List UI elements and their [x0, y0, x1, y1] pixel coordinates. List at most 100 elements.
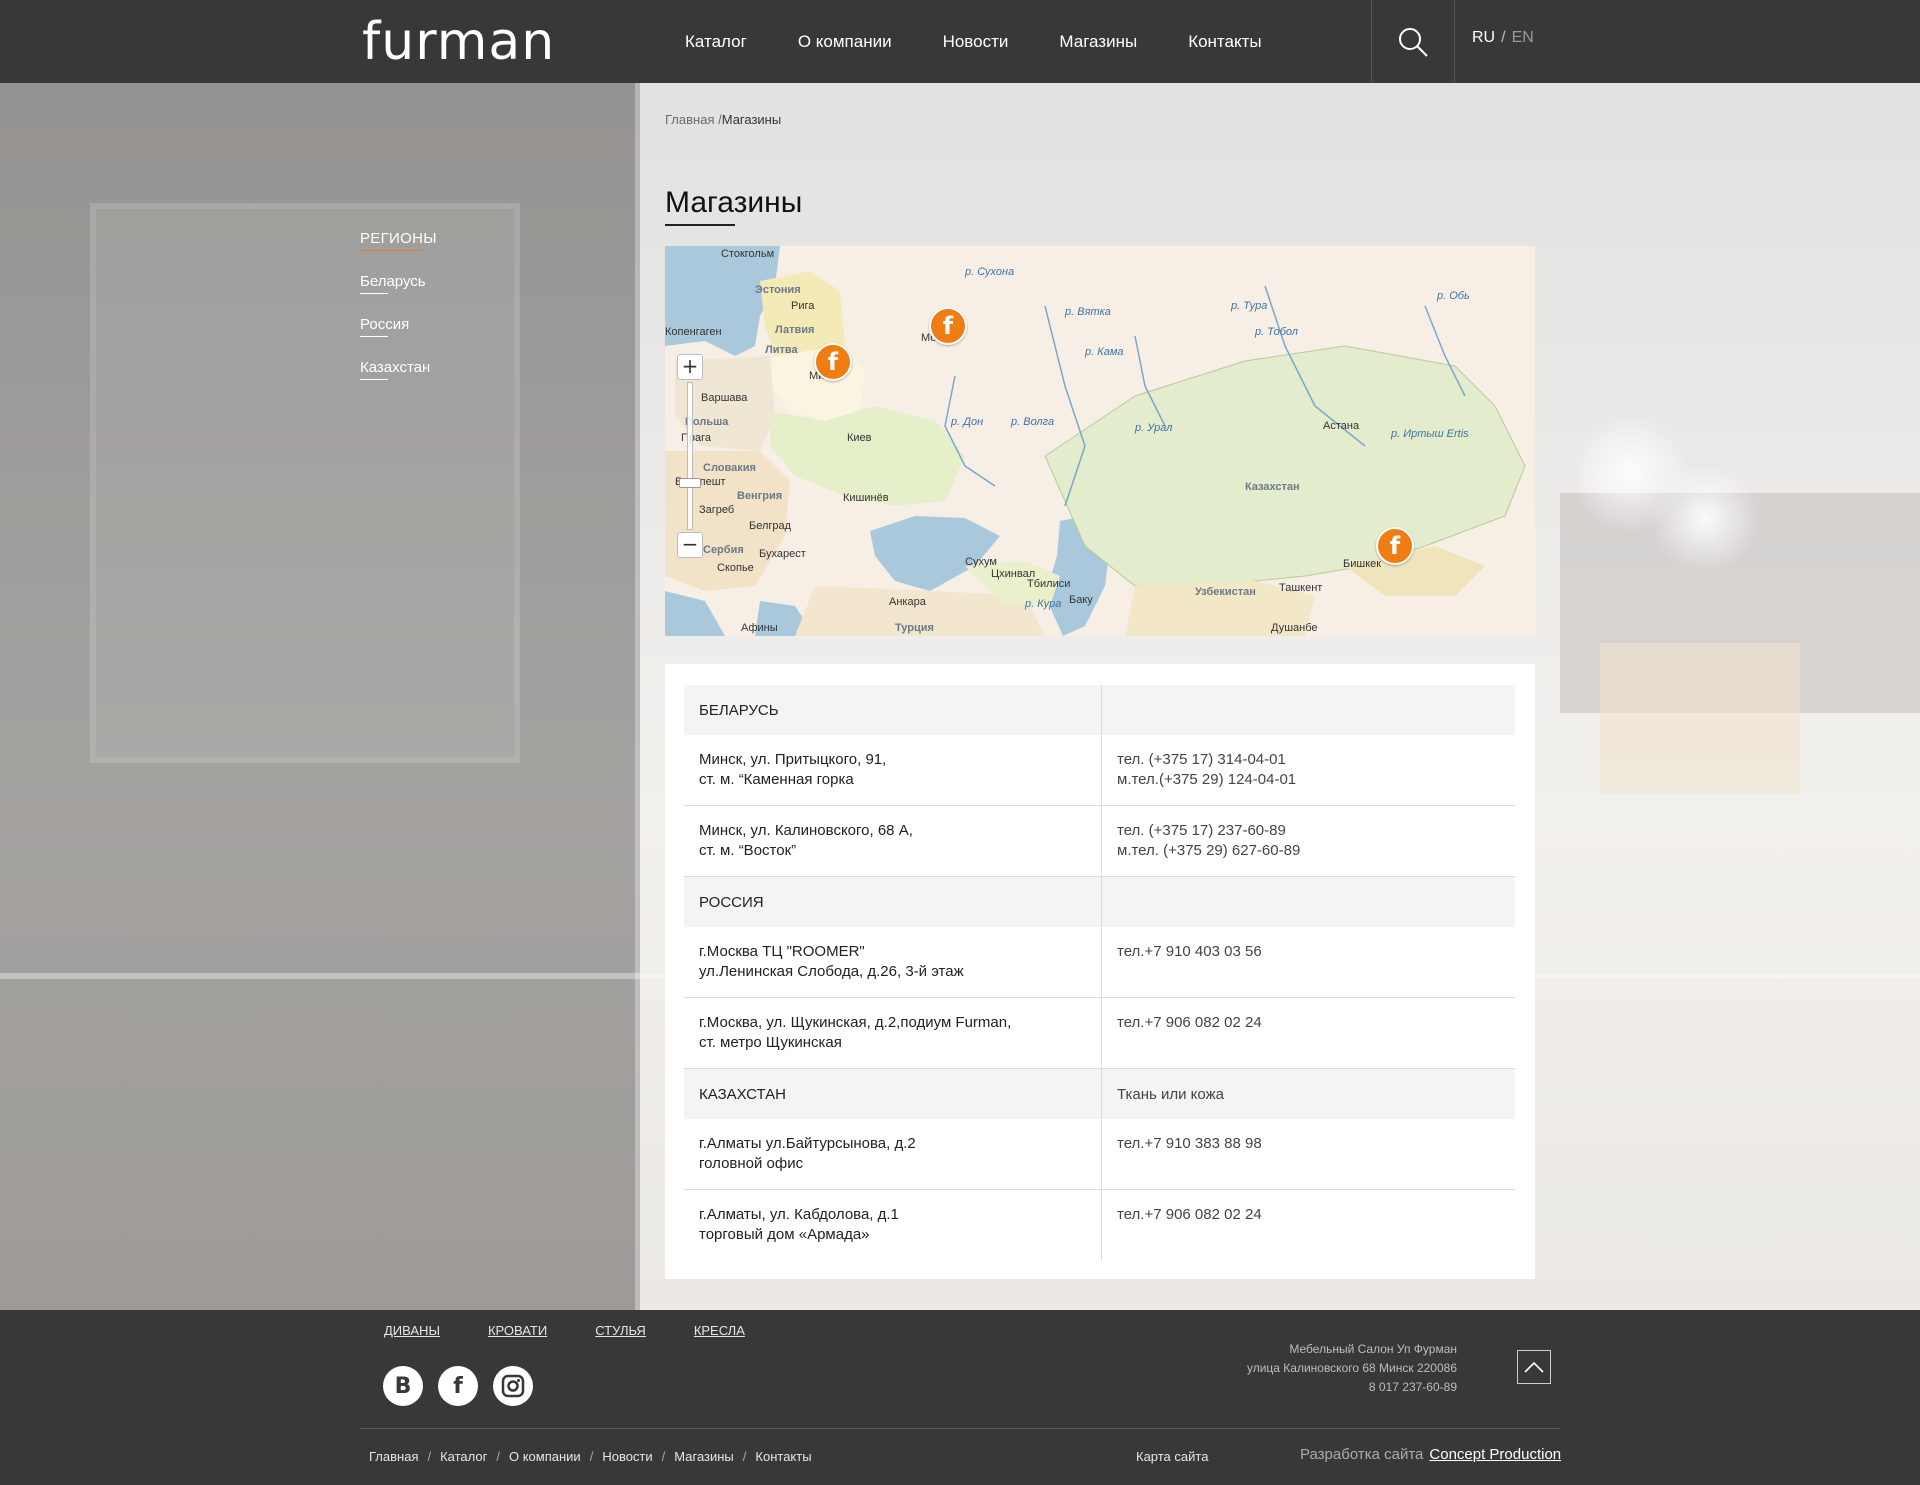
title-underline — [665, 224, 735, 226]
nav-item-stores[interactable]: Магазины — [1059, 32, 1137, 52]
sidebar-item-russia[interactable]: Россия — [360, 316, 437, 337]
sidebar-item-belarus[interactable]: Беларусь — [360, 273, 437, 294]
phone-line[interactable]: тел.+7 906 082 02 24 — [1117, 1205, 1500, 1225]
sidebar-item-kazakhstan[interactable]: Казахстан — [360, 359, 437, 380]
map-label: Словакия — [703, 462, 756, 474]
language-switcher: RU / EN — [1472, 29, 1534, 47]
sidebar-heading[interactable]: РЕГИОНЫ — [360, 230, 437, 251]
region-note — [1102, 877, 1515, 927]
map-label: Стокгольм — [721, 248, 775, 260]
footer-cat-armchairs[interactable]: КРЕСЛА — [694, 1323, 745, 1338]
map-label: р. Дон — [951, 416, 984, 428]
company-address: улица Калиновского 68 Минск 220086 — [1246, 1361, 1457, 1375]
map-label: Рига — [791, 300, 815, 312]
lang-en[interactable]: EN — [1512, 29, 1534, 46]
phone-line[interactable]: тел.+7 906 082 02 24 — [1117, 1013, 1500, 1033]
facebook-icon[interactable]: f — [438, 1366, 478, 1406]
phone-line[interactable]: тел.+7 910 383 88 98 — [1117, 1134, 1500, 1154]
stores-table: БЕЛАРУСЬ Минск, ул. Притыцкого, 91, ст. м… — [684, 685, 1515, 1261]
background-window — [90, 203, 520, 763]
map-label: Бухарест — [759, 548, 806, 560]
map-pin-almaty[interactable]: f — [1376, 527, 1414, 565]
zoom-out-button[interactable]: − — [677, 532, 703, 558]
address-line: ст. м. “Каменная горка — [699, 771, 854, 788]
region-name: БЕЛАРУСЬ — [684, 685, 1102, 735]
footer-link-news[interactable]: Новости — [602, 1449, 652, 1464]
store-address: Минск, ул. Калиновского, 68 А, ст. м. “Во… — [684, 806, 1102, 876]
region-name: КАЗАХСТАН — [684, 1069, 1102, 1119]
phone-line[interactable]: тел. (+375 17) 314-04-01 — [1117, 750, 1500, 770]
map-label: Загреб — [699, 504, 735, 516]
map-label: Латвия — [775, 324, 815, 336]
footer: ДИВАНЫ КРОВАТИ СТУЛЬЯ КРЕСЛА В f Мебельн… — [0, 1310, 1920, 1485]
address-line: торговый дом «Армада» — [699, 1226, 870, 1243]
nav-item-about[interactable]: О компании — [798, 32, 892, 52]
page-title: Магазины — [665, 186, 803, 219]
map-label: Венгрия — [737, 490, 783, 502]
scroll-to-top-button[interactable] — [1517, 1350, 1551, 1384]
lang-ru[interactable]: RU — [1472, 29, 1495, 46]
stores-map[interactable]: Стокгольм Эстония Рига Латвия Копенгаген… — [665, 246, 1535, 636]
header: furman Каталог О компании Новости Магази… — [0, 0, 1920, 83]
footer-link-contacts[interactable]: Контакты — [755, 1449, 811, 1464]
footer-link-about[interactable]: О компании — [509, 1449, 581, 1464]
phone-line[interactable]: тел. (+375 17) 237-60-89 — [1117, 821, 1500, 841]
developer-label: Разработка сайта — [1300, 1446, 1424, 1463]
nav-item-news[interactable]: Новости — [943, 32, 1009, 52]
map-label: Узбекистан — [1195, 586, 1256, 598]
map-label: Сухум — [965, 556, 997, 568]
lang-separator: / — [1501, 29, 1506, 46]
map-label: Душанбе — [1271, 622, 1318, 634]
map-label: Прага — [681, 432, 712, 444]
footer-link-catalog[interactable]: Каталог — [440, 1449, 487, 1464]
map-label: Белград — [749, 520, 792, 532]
footer-separator: / — [589, 1449, 594, 1464]
map-pin-minsk[interactable]: f — [814, 343, 852, 381]
table-row: Минск, ул. Калиновского, 68 А, ст. м. “Во… — [684, 806, 1515, 877]
sitemap-link[interactable]: Карта сайта — [1136, 1449, 1208, 1464]
map-label: Копенгаген — [665, 326, 722, 338]
store-phones: тел. (+375 17) 314-04-01 м.тел.(+375 29) … — [1102, 735, 1515, 805]
search-button[interactable] — [1371, 0, 1455, 83]
nav-item-catalog[interactable]: Каталог — [685, 32, 747, 52]
address-line: головной офис — [699, 1155, 804, 1172]
footer-link-home[interactable]: Главная — [369, 1449, 418, 1464]
address-line: г.Москва ТЦ "ROOMER" — [699, 943, 865, 960]
footer-link-stores[interactable]: Магазины — [674, 1449, 734, 1464]
footer-cat-sofas[interactable]: ДИВАНЫ — [384, 1323, 440, 1338]
zoom-slider-track[interactable] — [687, 382, 693, 530]
nav-item-contacts[interactable]: Контакты — [1188, 32, 1261, 52]
phone-line[interactable]: тел.+7 910 403 03 56 — [1117, 942, 1500, 962]
zoom-in-button[interactable]: + — [677, 354, 703, 380]
map-label: р. Иртыш Ertis — [1391, 428, 1469, 440]
developer-link[interactable]: Concept Production — [1429, 1446, 1561, 1463]
footer-categories: ДИВАНЫ КРОВАТИ СТУЛЬЯ КРЕСЛА — [384, 1323, 793, 1338]
social-links: В f — [383, 1366, 548, 1406]
map-label: р. Волга — [1011, 416, 1055, 428]
map-labels: Стокгольм Эстония Рига Латвия Копенгаген… — [665, 246, 1535, 636]
breadcrumb-home[interactable]: Главная / — [665, 112, 722, 127]
footer-cat-beds[interactable]: КРОВАТИ — [488, 1323, 547, 1338]
footer-separator: / — [427, 1449, 432, 1464]
map-pin-moscow[interactable]: f — [929, 307, 967, 345]
instagram-icon[interactable] — [493, 1366, 533, 1406]
company-name: Мебельный Салон Уп Фурман — [1289, 1342, 1457, 1356]
footer-cat-chairs[interactable]: СТУЛЬЯ — [595, 1323, 646, 1338]
map-label: р. Урал — [1135, 422, 1173, 434]
map-label: Анкара — [889, 596, 926, 608]
map-label: Казахстан — [1245, 481, 1300, 493]
phone-line[interactable]: м.тел. (+375 29) 627-60-89 — [1117, 841, 1500, 861]
store-phones: тел. (+375 17) 237-60-89 м.тел. (+375 29)… — [1102, 806, 1515, 876]
table-row: Минск, ул. Притыцкого, 91, ст. м. “Каменн… — [684, 735, 1515, 806]
logo[interactable]: furman — [362, 12, 555, 72]
store-address: г.Алматы, ул. Кабдолова, д.1 торговый дом… — [684, 1190, 1102, 1261]
zoom-slider-handle[interactable] — [679, 478, 701, 488]
address-line: г.Алматы ул.Байтурсынова, д.2 — [699, 1135, 916, 1152]
vk-icon[interactable]: В — [383, 1366, 423, 1406]
address-line: Минск, ул. Притыцкого, 91, — [699, 751, 887, 768]
region-note: Ткань или кожа — [1117, 1085, 1224, 1103]
store-phones: тел.+7 906 082 02 24 — [1102, 1190, 1515, 1261]
table-region-row: КАЗАХСТАН Ткань или кожа — [684, 1069, 1515, 1119]
map-label: Литва — [765, 344, 798, 356]
phone-line[interactable]: м.тел.(+375 29) 124-04-01 — [1117, 770, 1500, 790]
